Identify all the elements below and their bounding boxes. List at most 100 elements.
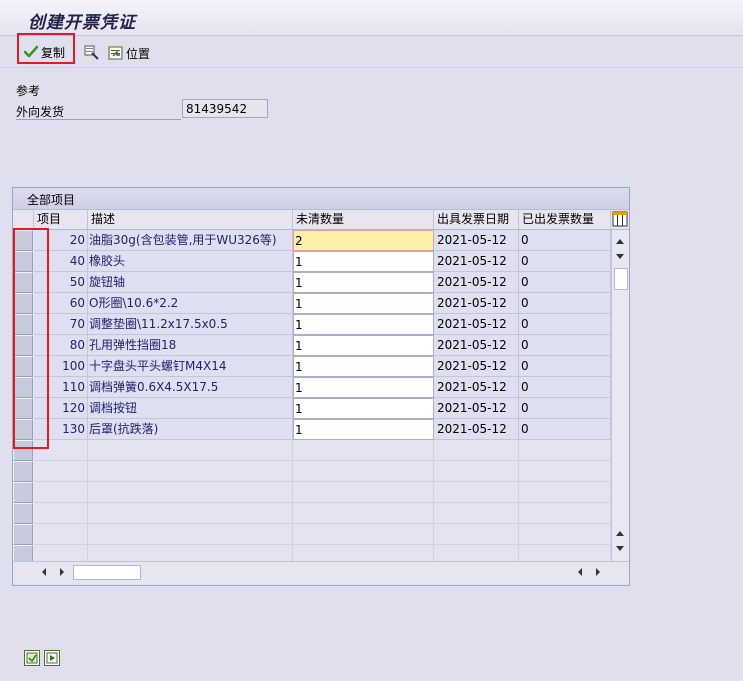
cell-billing-date: 2021-05-12 <box>434 272 519 293</box>
cell-billing-date: 2021-05-12 <box>434 377 519 398</box>
cell-billing-date: 2021-05-12 <box>434 398 519 419</box>
table-row: 60 O形圈\10.6*2.2 1 2021-05-12 0 <box>13 293 611 314</box>
cell-description: 调档按钮 <box>88 398 293 419</box>
row-selector[interactable] <box>13 461 33 482</box>
col-header-open-qty[interactable]: 未清数量 <box>293 210 434 229</box>
vertical-scroll-thumb[interactable] <box>614 268 628 290</box>
col-header-billing-date[interactable]: 出具发票日期 <box>434 210 519 229</box>
cell-empty <box>519 440 611 461</box>
table-row: 70 调整垫圈\11.2x17.5x0.5 1 2021-05-12 0 <box>13 314 611 335</box>
scroll-left-icon[interactable] <box>39 566 49 578</box>
table-row: 80 孔用弹性挡圈18 1 2021-05-12 0 <box>13 335 611 356</box>
cell-open-qty-input[interactable]: 1 <box>293 251 434 272</box>
cell-invoiced-qty: 0 <box>519 356 611 377</box>
position-button[interactable]: 位置 <box>108 42 150 64</box>
cell-description: 橡胶头 <box>88 251 293 272</box>
table-empty-row <box>13 461 611 482</box>
cell-empty <box>434 482 519 503</box>
row-selector[interactable] <box>13 503 33 524</box>
cell-open-qty-input[interactable]: 1 <box>293 272 434 293</box>
table-row: 120 调档按钮 1 2021-05-12 0 <box>13 398 611 419</box>
table-header: 项目 描述 未清数量 出具发票日期 已出发票数量 <box>13 210 629 230</box>
cell-invoiced-qty: 0 <box>519 419 611 440</box>
position-button-label: 位置 <box>126 46 151 61</box>
cell-empty <box>434 524 519 545</box>
cell-empty <box>34 461 88 482</box>
table-row: 20 油脂30g(含包装管,用于WU326等) 2 2021-05-12 0 <box>13 230 611 251</box>
cell-empty <box>293 524 434 545</box>
cell-description: 油脂30g(含包装管,用于WU326等) <box>88 230 293 251</box>
cell-invoiced-qty: 0 <box>519 251 611 272</box>
select-all-cell[interactable] <box>13 210 34 229</box>
cell-billing-date: 2021-05-12 <box>434 293 519 314</box>
cell-empty <box>293 461 434 482</box>
table-empty-row <box>13 503 611 524</box>
cell-open-qty-input[interactable]: 1 <box>293 293 434 314</box>
scroll-down-icon[interactable] <box>612 252 628 262</box>
scroll-up-icon[interactable] <box>612 236 628 246</box>
title-bar: 创建开票凭证 <box>0 0 743 36</box>
cell-billing-date: 2021-05-12 <box>434 419 519 440</box>
cell-description: O形圈\10.6*2.2 <box>88 293 293 314</box>
cell-open-qty-input[interactable]: 1 <box>293 335 434 356</box>
horizontal-scrollbar[interactable] <box>13 561 629 583</box>
column-settings-button[interactable] <box>611 210 629 229</box>
scroll-up-bottom-icon[interactable] <box>612 528 628 538</box>
cell-open-qty-input[interactable]: 2 <box>293 230 434 251</box>
label-underline <box>16 119 181 120</box>
column-settings-icon <box>612 211 628 227</box>
cell-description: 调档弹簧0.6X4.5X17.5 <box>88 377 293 398</box>
horizontal-scroll-thumb[interactable] <box>73 565 141 580</box>
page-title: 创建开票凭证 <box>28 13 136 33</box>
items-table: 全部项目 项目 描述 未清数量 出具发票日期 已出发票数量 2 0 油脂30g(含包… <box>12 187 630 586</box>
cell-empty <box>519 461 611 482</box>
table-empty-row <box>13 440 611 461</box>
cell-billing-date: 2021-05-12 <box>434 314 519 335</box>
find-icon <box>84 45 99 60</box>
scroll-right-icon[interactable] <box>57 566 67 578</box>
scroll-right-end-icon[interactable] <box>593 566 603 578</box>
select-all-button[interactable] <box>24 650 40 666</box>
cell-open-qty-input[interactable]: 1 <box>293 377 434 398</box>
outbound-delivery-field[interactable]: 81439542 <box>182 99 268 118</box>
cell-open-qty-input[interactable]: 1 <box>293 419 434 440</box>
cell-empty <box>293 440 434 461</box>
col-header-item[interactable]: 项目 <box>34 210 88 229</box>
cell-empty <box>34 524 88 545</box>
cell-empty <box>293 482 434 503</box>
scroll-down-bottom-icon[interactable] <box>612 544 628 554</box>
cell-invoiced-qty: 0 <box>519 377 611 398</box>
cell-open-qty-input[interactable]: 1 <box>293 398 434 419</box>
cell-empty <box>88 524 293 545</box>
vertical-scrollbar[interactable] <box>611 230 629 561</box>
table-row: 50 旋钮轴 1 2021-05-12 0 <box>13 272 611 293</box>
reference-label: 参考 <box>16 84 41 98</box>
cell-open-qty-input[interactable]: 1 <box>293 356 434 377</box>
position-icon <box>108 46 123 60</box>
cell-description: 十字盘头平头螺钉M4X14 <box>88 356 293 377</box>
table-row: 110 调档弹簧0.6X4.5X17.5 1 2021-05-12 0 <box>13 377 611 398</box>
cell-description: 后罩(抗跌落) <box>88 419 293 440</box>
cell-empty <box>88 440 293 461</box>
outbound-delivery-label: 外向发货 <box>16 105 65 119</box>
table-caption: 全部项目 <box>13 188 629 210</box>
cell-empty <box>34 503 88 524</box>
copy-button-highlight <box>17 33 75 64</box>
find-button[interactable] <box>84 42 102 64</box>
cell-empty <box>519 503 611 524</box>
col-header-description[interactable]: 描述 <box>88 210 293 229</box>
cell-invoiced-qty: 0 <box>519 398 611 419</box>
scroll-left-end-icon[interactable] <box>575 566 585 578</box>
cell-billing-date: 2021-05-12 <box>434 230 519 251</box>
cell-invoiced-qty: 0 <box>519 230 611 251</box>
cell-open-qty-input[interactable]: 1 <box>293 314 434 335</box>
row-selector[interactable] <box>13 482 33 503</box>
deselect-all-icon <box>46 652 58 664</box>
col-header-invoiced-qty[interactable]: 已出发票数量 <box>519 210 611 229</box>
cell-billing-date: 2021-05-12 <box>434 335 519 356</box>
cell-description: 旋钮轴 <box>88 272 293 293</box>
cell-invoiced-qty: 0 <box>519 335 611 356</box>
deselect-all-button[interactable] <box>44 650 60 666</box>
row-selector[interactable] <box>13 524 33 545</box>
cell-empty <box>34 482 88 503</box>
